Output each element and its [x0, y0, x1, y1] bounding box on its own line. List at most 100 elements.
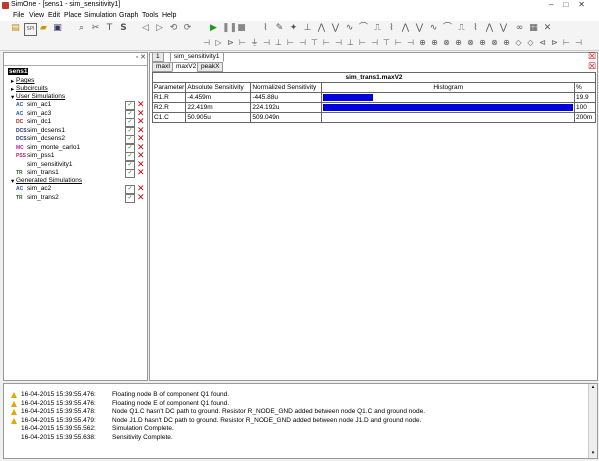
graph-g-icon[interactable]: ⋀: [400, 23, 411, 34]
tree-simulation-item[interactable]: sim_ac1: [27, 101, 51, 108]
tree-simulation-item[interactable]: sim_dcsens2: [27, 135, 65, 142]
graph-l-icon[interactable]: ⌇: [470, 23, 481, 34]
comp-10-icon[interactable]: ⊤: [309, 38, 320, 48]
comp-32-icon[interactable]: ⊣: [573, 38, 584, 48]
tree-simulation-item[interactable]: sim_trans2: [27, 194, 59, 201]
menu-place[interactable]: Place: [64, 12, 82, 19]
table-row[interactable]: R1.R -4.459m -445.88u 19.9: [151, 92, 596, 103]
comp-2-icon[interactable]: ▷: [213, 38, 224, 48]
comp-5-icon[interactable]: ⏚: [249, 38, 260, 48]
menu-graph[interactable]: Graph: [119, 12, 138, 19]
comp-14-icon[interactable]: ⊢: [357, 38, 368, 48]
pause-icon[interactable]: ❚❚: [222, 23, 237, 34]
graph-b-icon[interactable]: ⋁: [330, 23, 341, 34]
comp-18-icon[interactable]: ⊣: [405, 38, 416, 48]
comp-24-icon[interactable]: ⊕: [477, 38, 488, 48]
flip-icon[interactable]: ⟳: [182, 23, 193, 34]
tree-pages[interactable]: Pages: [16, 77, 34, 84]
comp-26-icon[interactable]: ⊕: [501, 38, 512, 48]
subtab-peakx[interactable]: peakX: [197, 62, 224, 72]
comp-29-icon[interactable]: ⊲: [537, 38, 548, 48]
menu-help[interactable]: Help: [162, 12, 176, 19]
graph-c-icon[interactable]: ∿: [344, 23, 355, 34]
cut-icon[interactable]: ✂: [90, 23, 101, 34]
graph-h-icon[interactable]: ⋁: [414, 23, 425, 34]
comp-17-icon[interactable]: ⊢: [393, 38, 404, 48]
tree-simulation-item[interactable]: sim_trans1: [27, 169, 59, 176]
panel-controls[interactable]: ▫ ✕: [136, 53, 146, 61]
tree-simulation-item[interactable]: sim_ac2: [27, 185, 51, 192]
tree-simulation-item[interactable]: sim_pss1: [27, 152, 54, 159]
spice-icon[interactable]: SPI: [24, 23, 37, 36]
wire-icon[interactable]: T: [104, 23, 115, 34]
probe-icon[interactable]: ✎: [274, 23, 285, 34]
comp-20-icon[interactable]: ⊕: [429, 38, 440, 48]
graph-m-icon[interactable]: ⋀: [484, 23, 495, 34]
window-controls[interactable]: ‒□✕: [549, 0, 595, 9]
comp-1-icon[interactable]: ⊣: [201, 38, 212, 48]
text-icon[interactable]: S: [118, 23, 129, 34]
comp-11-icon[interactable]: ⊢: [321, 38, 332, 48]
prev-icon[interactable]: ◁: [140, 23, 151, 34]
open-folder-icon[interactable]: ▰: [38, 23, 49, 34]
show-graph-icon[interactable]: ✓: [125, 194, 135, 203]
graph-e-icon[interactable]: ⎍: [372, 23, 383, 34]
collapse-icon[interactable]: ▾: [11, 177, 14, 185]
comp-9-icon[interactable]: ⊣: [297, 38, 308, 48]
collapse-icon[interactable]: ▾: [11, 93, 14, 101]
subtab-maxv2[interactable]: maxV2: [172, 62, 201, 72]
glasses-icon[interactable]: ∞: [514, 23, 525, 34]
comp-25-icon[interactable]: ⊗: [489, 38, 500, 48]
marker-icon[interactable]: ✦: [288, 23, 299, 34]
tree-user-simulations[interactable]: User Simulations: [16, 93, 65, 100]
comp-27-icon[interactable]: ◇: [513, 38, 524, 48]
graph-j-icon[interactable]: ⌒: [442, 23, 453, 34]
comp-4-icon[interactable]: ⊢: [237, 38, 248, 48]
menu-tools[interactable]: Tools: [142, 12, 158, 19]
tree-simulation-item[interactable]: sim_sensitivity1: [27, 161, 73, 168]
show-graph-icon[interactable]: ✓: [125, 169, 135, 178]
menu-simulation[interactable]: Simulation: [84, 12, 117, 19]
comp-19-icon[interactable]: ⊕: [417, 38, 428, 48]
expand-icon[interactable]: ▸: [11, 77, 14, 85]
tree-simulation-item[interactable]: sim_dc1: [27, 118, 51, 125]
save-icon[interactable]: ▣: [52, 23, 63, 34]
zoom-icon[interactable]: ⌕: [76, 23, 87, 34]
comp-12-icon[interactable]: ⊣: [333, 38, 344, 48]
comp-21-icon[interactable]: ⊗: [441, 38, 452, 48]
graph-n-icon[interactable]: ⋁: [498, 23, 509, 34]
close-icon[interactable]: ✕: [542, 23, 553, 34]
graph-d-icon[interactable]: ⌒: [358, 23, 369, 34]
graph-f-icon[interactable]: ⌇: [386, 23, 397, 34]
tree-subcircuits[interactable]: Subcircuits: [16, 85, 48, 92]
axis-icon[interactable]: ⊥: [302, 23, 313, 34]
new-icon[interactable]: ▤: [10, 23, 21, 34]
tree-simulation-item[interactable]: sim_ac3: [27, 110, 51, 117]
comp-23-icon[interactable]: ⊗: [465, 38, 476, 48]
comp-31-icon[interactable]: ⊢: [561, 38, 572, 48]
graph-a-icon[interactable]: ⋀: [316, 23, 327, 34]
comp-16-icon[interactable]: ⊤: [381, 38, 392, 48]
comp-6-icon[interactable]: ⊣: [261, 38, 272, 48]
comp-22-icon[interactable]: ⊕: [453, 38, 464, 48]
table-row[interactable]: R2.R 22.419m 224.192u 100: [151, 102, 596, 113]
table-row[interactable]: C1.C 50.905u 509.049n 200m: [151, 112, 596, 123]
run-icon[interactable]: ▶: [208, 23, 219, 34]
next-icon[interactable]: ▷: [154, 23, 165, 34]
comp-15-icon[interactable]: ⊣: [369, 38, 380, 48]
graph-i-icon[interactable]: ∿: [428, 23, 439, 34]
delete-icon[interactable]: ✕: [137, 194, 145, 203]
table-icon[interactable]: ▦: [528, 23, 539, 34]
menu-view[interactable]: View: [29, 12, 44, 19]
comp-13-icon[interactable]: ⊥: [345, 38, 356, 48]
show-graph-icon[interactable]: ✓: [125, 185, 135, 194]
subdoc-close-icon[interactable]: ☒: [588, 62, 596, 72]
tab-document[interactable]: sim_sensitivity1: [170, 52, 224, 62]
menu-edit[interactable]: Edit: [48, 12, 60, 19]
tree-root[interactable]: sens1: [8, 68, 29, 75]
comp-30-icon[interactable]: ⊳: [549, 38, 560, 48]
log-scrollbar[interactable]: ▴ ▾: [588, 384, 597, 458]
tree-simulation-item[interactable]: sim_dcsens1: [27, 127, 65, 134]
rotate-icon[interactable]: ⟲: [168, 23, 179, 34]
tree-generated-simulations[interactable]: Generated Simulations: [16, 177, 82, 184]
